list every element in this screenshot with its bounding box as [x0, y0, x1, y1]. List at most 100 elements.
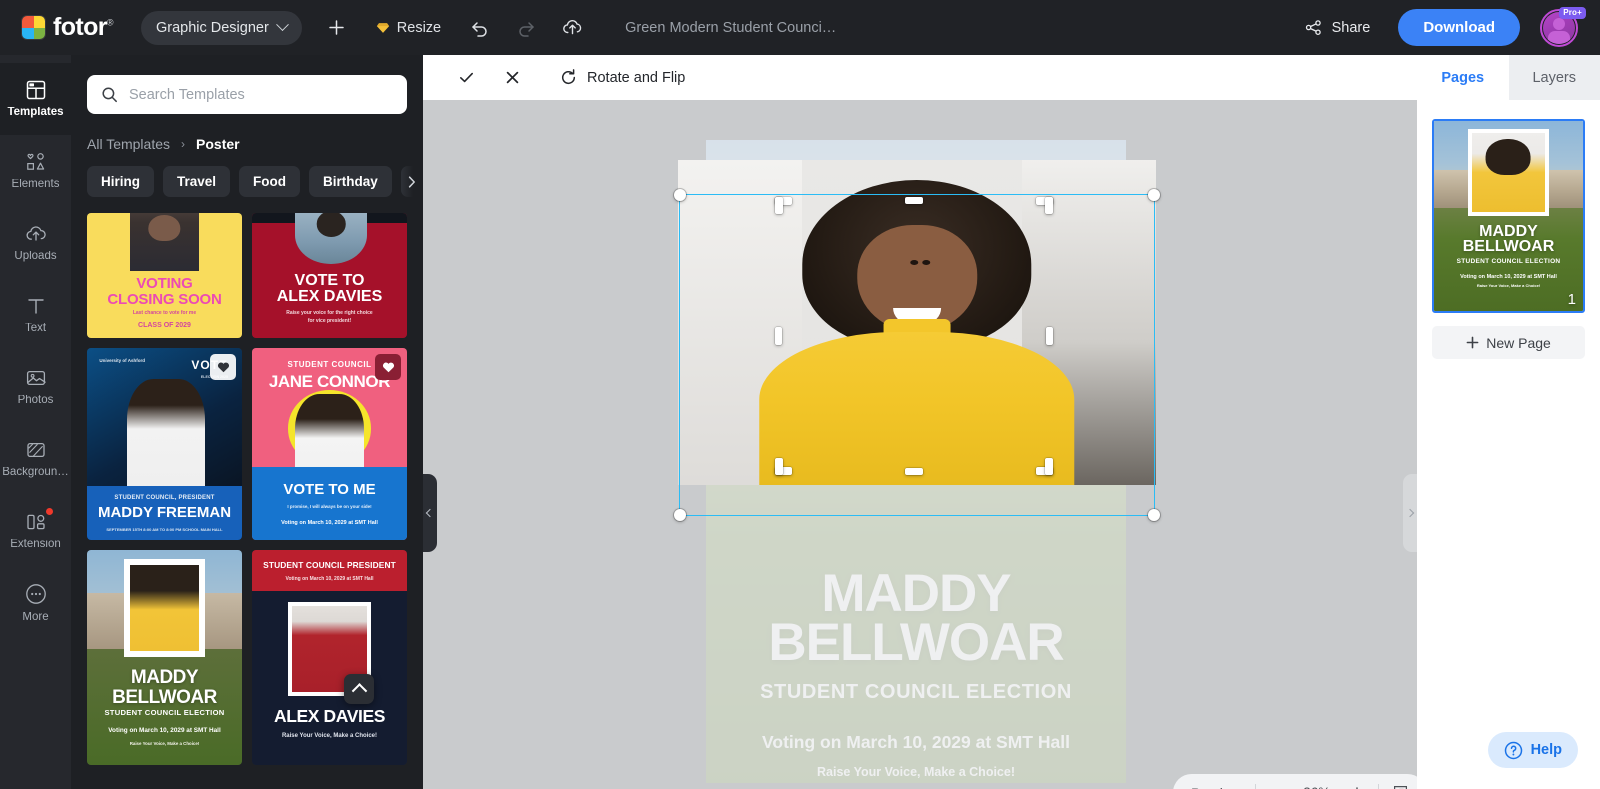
template-kicker: University of Ashford [99, 358, 145, 363]
sidebar-item-extension[interactable]: Extension [0, 495, 71, 567]
chip-hiring[interactable]: Hiring [87, 166, 154, 197]
redo-arrow-icon [516, 18, 536, 38]
page-thumb-name-line2: BELLWOAR [1434, 239, 1583, 254]
selected-image-layer[interactable] [678, 160, 1156, 485]
fit-to-screen-button[interactable] [1381, 778, 1417, 789]
undo-arrow-icon [470, 18, 490, 38]
page-number: 1 [1568, 291, 1576, 308]
extension-icon [25, 511, 47, 533]
sidebar-item-templates[interactable]: Templates [0, 63, 71, 135]
template-card[interactable]: STUDENT COUNCIL PRESIDENT Voting on Marc… [252, 550, 407, 765]
template-title-2: ALEX DAVIES [252, 289, 407, 306]
search-templates-box[interactable] [87, 75, 407, 114]
share-button[interactable]: Share [1292, 10, 1383, 45]
sidebar-item-label: Text [25, 323, 46, 335]
sidebar-item-background[interactable]: Backgroun… [0, 423, 71, 495]
resize-button[interactable]: Resize [366, 11, 451, 45]
favorite-button[interactable] [375, 354, 401, 380]
new-page-button[interactable]: New Page [1432, 326, 1585, 359]
chip-travel[interactable]: Travel [163, 166, 230, 197]
canvas-area: Rotate and Flip MADDY BELLWOAR STUDENT C… [423, 55, 1417, 789]
download-button[interactable]: Download [1398, 9, 1520, 46]
chip-birthday[interactable]: Birthday [309, 166, 392, 197]
mode-selector[interactable]: Graphic Designer [141, 11, 302, 45]
fotor-logo-icon [22, 16, 45, 39]
search-icon [101, 86, 118, 103]
zoom-in-button[interactable] [1338, 778, 1376, 789]
template-card[interactable]: VOTE TO ALEX DAVIES Raise your voice for… [252, 213, 407, 338]
templates-panel: All Templates › Poster Hiring Travel Foo… [71, 55, 423, 789]
sidebar-item-label: Templates [7, 107, 63, 119]
tab-layers[interactable]: Layers [1509, 55, 1600, 100]
brand-name: fotor® [53, 13, 113, 42]
template-sub-2: Voting on March 10, 2029 at SMT Hall [87, 728, 242, 735]
help-button[interactable]: Help [1488, 732, 1578, 768]
chips-next-button[interactable] [401, 166, 423, 197]
favorite-button[interactable] [210, 354, 236, 380]
sidebar-item-uploads[interactable]: Uploads [0, 207, 71, 279]
template-title-2: VOTE TO ME [252, 482, 407, 498]
page-thumbnail[interactable]: MADDY BELLWOAR STUDENT COUNCIL ELECTION … [1432, 119, 1585, 313]
collapse-left-panel-button[interactable] [423, 474, 437, 552]
template-sub: Last chance to vote for me [87, 311, 242, 316]
fotor-logo[interactable]: fotor® [22, 13, 113, 42]
chevron-right-icon [1406, 509, 1414, 517]
template-card[interactable]: MADDY BELLWOAR STUDENT COUNCIL ELECTION … [87, 550, 242, 765]
resize-handle-bottom-left[interactable] [674, 509, 686, 521]
grid-icon [25, 79, 47, 101]
collapse-right-panel-button[interactable] [1403, 474, 1417, 552]
zoom-out-button[interactable] [1258, 778, 1296, 789]
sidebar-item-label: Photos [18, 395, 54, 407]
template-title: VOTING [87, 276, 242, 292]
breadcrumb-all-templates[interactable]: All Templates [87, 136, 170, 152]
top-toolbar: fotor® Graphic Designer Resize [0, 0, 1600, 55]
mode-selector-label: Graphic Designer [156, 20, 269, 36]
sidebar-item-text[interactable]: Text [0, 279, 71, 351]
sidebar-item-more[interactable]: More [0, 567, 71, 639]
template-title: MADDY [87, 668, 242, 688]
page-thumb-subtitle: STUDENT COUNCIL ELECTION [1434, 258, 1583, 265]
chip-food[interactable]: Food [239, 166, 300, 197]
plus-icon [327, 18, 346, 37]
scroll-to-top-button[interactable] [344, 674, 374, 704]
cloud-save-button[interactable] [555, 11, 589, 45]
canvas-stage[interactable]: MADDY BELLWOAR STUDENT COUNCIL ELECTION … [423, 100, 1417, 789]
sidebar-item-elements[interactable]: Elements [0, 135, 71, 207]
cancel-crop-button[interactable] [495, 61, 529, 95]
template-thumbnail: VOTE TO ALEX DAVIES Raise your voice for… [252, 213, 407, 338]
poster-slogan: Raise Your Voice, Make a Choice! [706, 765, 1126, 779]
undo-button[interactable] [463, 11, 497, 45]
rotate-and-flip-button[interactable]: Rotate and Flip [551, 62, 693, 93]
sidebar-item-photos[interactable]: Photos [0, 351, 71, 423]
user-avatar[interactable]: Pro+ [1540, 9, 1578, 47]
page-thumb-name-line1: MADDY [1434, 224, 1583, 239]
template-kicker-sub: Voting on March 10, 2029 at SMT Hall [252, 577, 407, 582]
chevron-right-icon: › [181, 137, 185, 151]
redo-button[interactable] [509, 11, 543, 45]
template-sub-2: CLASS OF 2029 [87, 322, 242, 329]
gem-icon [376, 22, 390, 34]
zoom-level-value: 36% [1296, 785, 1338, 789]
brand-registered-mark: ® [107, 18, 113, 28]
template-sub-2: Voting on March 10, 2029 at SMT Hall [252, 521, 407, 527]
resize-label: Resize [397, 20, 441, 36]
template-thumbnail: MADDY BELLWOAR STUDENT COUNCIL ELECTION … [87, 550, 242, 765]
document-title[interactable]: Green Modern Student Counci… [625, 20, 836, 36]
poster-details: Voting on March 10, 2029 at SMT Hall [706, 732, 1126, 753]
chevron-up-icon [351, 683, 367, 699]
photo-icon [25, 367, 47, 389]
question-circle-icon [1504, 741, 1523, 760]
template-card[interactable]: VOTING CLOSING SOON Last chance to vote … [87, 213, 242, 338]
resize-handle-bottom-right[interactable] [1148, 509, 1160, 521]
sidebar-item-label: Elements [12, 179, 60, 191]
preview-button[interactable]: Preview [1179, 778, 1253, 789]
confirm-crop-button[interactable] [449, 61, 483, 95]
tab-pages[interactable]: Pages [1417, 55, 1509, 100]
sidebar-item-label: More [22, 612, 48, 624]
template-card[interactable]: University of Ashford VOTE ELECTION 2025… [87, 348, 242, 540]
search-input[interactable] [129, 87, 393, 103]
sidebar-item-label: Uploads [14, 251, 56, 263]
add-page-button[interactable] [320, 11, 354, 45]
template-card[interactable]: STUDENT COUNCIL JANE CONNOR VOTE TO ME I… [252, 348, 407, 540]
heart-icon [382, 361, 395, 373]
